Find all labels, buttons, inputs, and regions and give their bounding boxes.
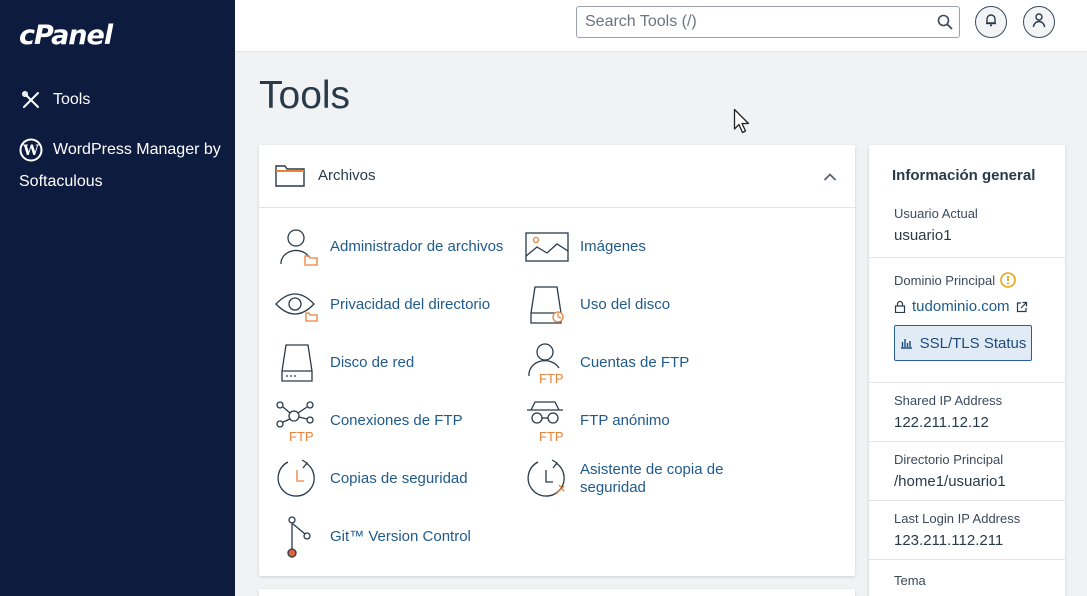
archivos-title: Archivos [318, 167, 376, 184]
primary-domain-link[interactable]: tudominio.com [912, 298, 1010, 315]
sidebar-item-label: WordPress Manager by Softaculous [19, 141, 221, 190]
chevron-up-icon[interactable] [823, 169, 837, 187]
notifications-button[interactable] [975, 6, 1007, 38]
file-manager-icon [275, 225, 319, 269]
shared-ip-value: 122.211.12.12 [894, 414, 989, 431]
sidebar-item-tools[interactable]: Tools [19, 88, 90, 112]
disk-usage-icon [525, 283, 569, 327]
current-user-row: Usuario Actual usuario1 [869, 190, 1065, 252]
ftp-accounts-icon: FTP [525, 341, 569, 385]
general-info-panel: Información general Usuario Actual usuar… [869, 145, 1065, 596]
sidebar: cPanel Tools W WordPress Manager by Soft… [0, 0, 235, 596]
ssl-tls-status-button[interactable]: SSL/TLS Status [894, 325, 1032, 361]
svg-text:FTP: FTP [539, 371, 564, 384]
theme-label: Tema [894, 573, 926, 588]
sidebar-item-label: Tools [53, 91, 91, 108]
home-dir-value: /home1/usuario1 [894, 473, 1006, 490]
tool-ftp-connections[interactable]: FTP Conexiones de FTP [275, 399, 463, 443]
home-dir-label: Directorio Principal [894, 452, 1004, 467]
search-icon[interactable] [937, 14, 953, 30]
svg-text:FTP: FTP [539, 429, 564, 442]
warning-icon[interactable] [1000, 272, 1016, 288]
lock-icon [894, 300, 906, 313]
backup-icon [275, 457, 319, 501]
user-icon [1031, 12, 1047, 33]
svg-text:W: W [22, 143, 39, 159]
tool-backup-wizard[interactable]: Asistente de copia de seguridad [525, 457, 740, 501]
git-icon [275, 515, 319, 559]
anonymous-ftp-icon: FTP [525, 399, 569, 443]
tool-disk-usage[interactable]: Uso del disco [525, 283, 670, 327]
external-link-icon[interactable] [1016, 301, 1028, 313]
ftp-connections-icon: FTP [275, 399, 319, 443]
bell-icon [984, 13, 998, 32]
next-panel [259, 589, 855, 596]
top-header [235, 0, 1087, 52]
archivos-panel: Archivos Administrador de archivos Imáge… [259, 145, 855, 576]
search-box [576, 6, 960, 38]
general-info-title: Información general [892, 167, 1036, 184]
theme-row: Tema [869, 559, 1065, 596]
sidebar-item-wordpress[interactable]: W WordPress Manager by Softaculous [19, 134, 224, 198]
last-login-label: Last Login IP Address [894, 511, 1021, 526]
tool-anonymous-ftp[interactable]: FTP FTP anónimo [525, 399, 670, 443]
directory-privacy-icon [275, 283, 319, 327]
tool-ftp-accounts[interactable]: FTP Cuentas de FTP [525, 341, 689, 385]
current-user-value: usuario1 [894, 227, 952, 244]
current-user-label: Usuario Actual [894, 206, 978, 221]
archivos-panel-header[interactable]: Archivos [259, 145, 855, 208]
wordpress-icon: W [19, 138, 43, 162]
primary-domain-row: Dominio Principal tudominio.com SSL/TLS … [869, 257, 1065, 383]
tool-images[interactable]: Imágenes [525, 225, 646, 269]
tool-file-manager[interactable]: Administrador de archivos [275, 225, 503, 269]
tool-git[interactable]: Git™ Version Control [275, 515, 471, 559]
last-login-row: Last Login IP Address 123.211.112.211 [869, 500, 1065, 560]
page-title: Tools [259, 74, 351, 117]
folder-icon [275, 163, 305, 192]
images-icon [525, 225, 569, 269]
search-input[interactable] [577, 7, 917, 37]
tool-directory-privacy[interactable]: Privacidad del directorio [275, 283, 490, 327]
mouse-cursor-icon [733, 108, 753, 141]
shared-ip-label: Shared IP Address [894, 393, 1003, 408]
cpanel-logo[interactable]: cPanel [19, 20, 113, 51]
shared-ip-row: Shared IP Address 122.211.12.12 [869, 382, 1065, 442]
network-disk-icon [275, 341, 319, 385]
tool-network-disk[interactable]: Disco de red [275, 341, 414, 385]
tools-icon [19, 88, 43, 112]
primary-domain-label: Dominio Principal [894, 272, 996, 288]
backup-wizard-icon [525, 457, 569, 501]
svg-text:FTP: FTP [289, 429, 314, 442]
last-login-value: 123.211.112.211 [894, 532, 1004, 549]
home-dir-row: Directorio Principal /home1/usuario1 [869, 441, 1065, 501]
bar-chart-icon [900, 337, 913, 349]
tool-backup[interactable]: Copias de seguridad [275, 457, 468, 501]
user-menu-button[interactable] [1023, 6, 1055, 38]
